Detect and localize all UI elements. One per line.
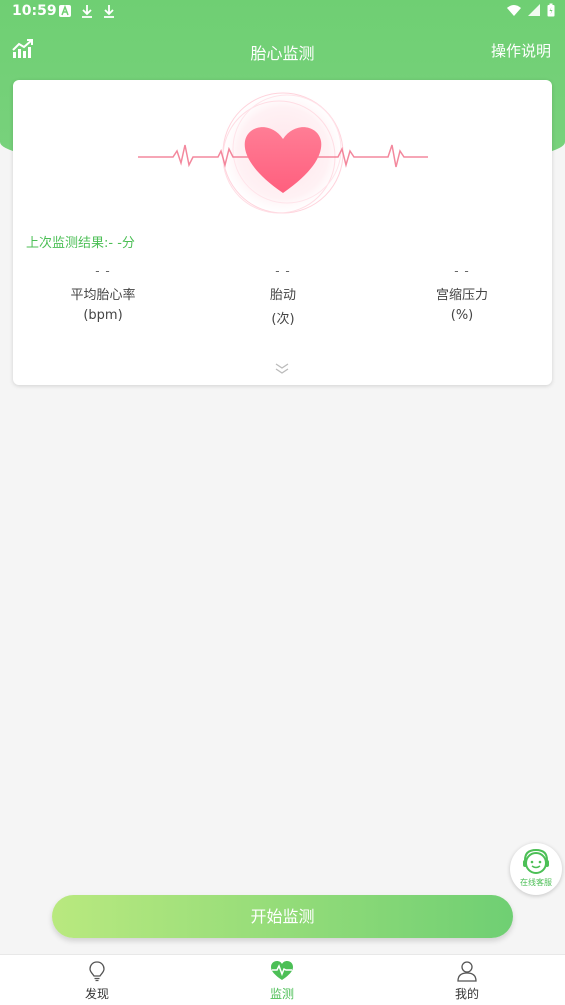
chevron-down-icon[interactable] — [274, 361, 290, 375]
stat-fetal-movement: - - 胎动 (次) — [193, 264, 373, 327]
stat-value: - - — [454, 264, 470, 278]
stat-label: 宫缩压力 — [435, 288, 488, 303]
help-link[interactable]: 操作说明 — [491, 40, 551, 61]
stat-avg-fhr: - - 平均胎心率 (bpm) — [13, 264, 193, 323]
monitor-card: 上次监测结果:- -分 - - 平均胎心率 (bpm) - - 胎动 (次) -… — [13, 80, 552, 385]
stat-contraction: - - 宫缩压力 (%) — [372, 264, 552, 323]
person-icon — [457, 961, 477, 982]
last-result-text: 上次监测结果:- -分 — [26, 236, 135, 251]
nav-item-monitor[interactable]: 监测 — [222, 955, 342, 1005]
stat-label: 平均胎心率 — [70, 288, 136, 303]
heart-pulse-icon — [271, 961, 293, 980]
a-box-icon — [59, 4, 71, 17]
stats-row: - - 平均胎心率 (bpm) - - 胎动 (次) - - 宫缩压力 (%) — [13, 264, 552, 334]
status-bar: 10:59 — [0, 0, 565, 24]
stat-value: - - — [95, 264, 111, 278]
stat-value: - - — [275, 264, 291, 278]
lightbulb-icon — [89, 961, 105, 982]
wifi-icon — [507, 5, 521, 16]
download-icon — [82, 5, 92, 18]
battery-icon — [547, 3, 555, 17]
stat-unit: (%) — [450, 308, 474, 323]
heart-pulse-graphic — [138, 88, 428, 218]
cell-signal-icon — [528, 4, 540, 16]
nav-label: 监测 — [269, 987, 294, 1001]
nav-label: 发现 — [84, 987, 109, 1001]
page-title: 胎心监测 — [250, 44, 315, 63]
stat-label: 胎动 — [269, 288, 296, 303]
start-monitor-button[interactable]: 开始监测 — [52, 895, 513, 938]
bottom-nav: 发现 监测 我的 — [0, 954, 565, 1005]
headset-icon — [523, 848, 549, 874]
stat-unit: (次) — [271, 312, 295, 327]
download-icon — [104, 5, 114, 18]
nav-item-mine[interactable]: 我的 — [407, 955, 527, 1005]
online-service-button[interactable]: 在线客服 — [510, 843, 562, 895]
nav-label: 我的 — [454, 987, 479, 1001]
title-bar: 胎心监测 操作说明 — [0, 24, 565, 76]
service-label: 在线客服 — [520, 878, 552, 887]
nav-item-discover[interactable]: 发现 — [37, 955, 157, 1005]
status-time: 10:59 — [12, 3, 57, 19]
stat-unit: (bpm) — [83, 308, 123, 323]
